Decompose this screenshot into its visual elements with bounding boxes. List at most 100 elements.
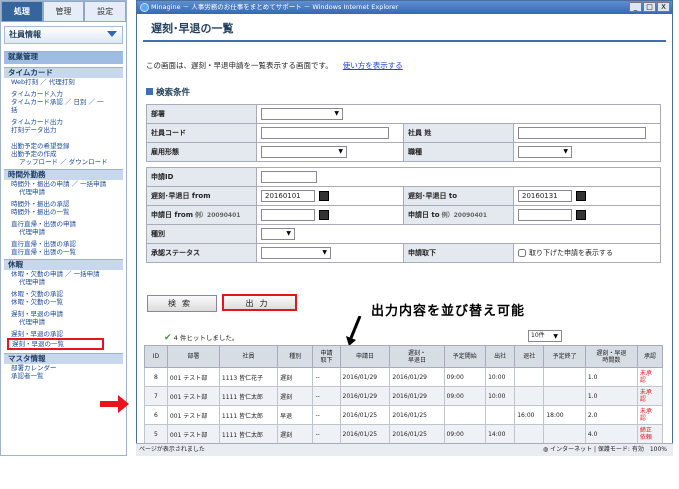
section-leave: 休暇 [4,259,123,270]
link-late-approve[interactable]: 遅刻・早退の承認 [1,330,126,338]
apply-from-hint: 例）20090401 [195,212,241,219]
link-leave-approve[interactable]: 休暇・欠勤の承認 [1,290,126,298]
employee-info-dropdown[interactable]: 社員情報 [4,26,123,44]
link-late-proxy[interactable]: 代理申請 [1,318,126,326]
table-cell: 遅刻 [277,424,314,444]
link-upload-download[interactable]: アップロード ／ ダウンロード [1,158,126,166]
link-web-punch[interactable]: Web打刻 ／ 代理打刻 [1,78,126,86]
apply-from-input[interactable] [261,209,315,221]
table-cell: 2016/01/25 [389,405,445,425]
emp-name-input[interactable] [518,127,646,139]
link-schedule-request[interactable]: 出勤予定の希望登録 [1,142,126,150]
table-cell [514,386,545,406]
link-leave-list[interactable]: 休暇・欠勤の一覧 [1,298,126,306]
per-page-select[interactable]: 10件 [528,330,562,342]
close-button[interactable]: X [657,2,670,12]
table-row[interactable]: 7 001 テスト部 1111 皆仁太郎 遅刻 -- 2016/01/29 2016/01/… [144,386,664,406]
link-overtime-approve[interactable]: 時間外・振出の承認 [1,200,126,208]
section-work-management[interactable]: 就業管理 [4,51,123,64]
column-header[interactable]: 承認 [636,345,664,368]
label-emp-name: 社員 姓 [403,123,514,143]
table-cell [514,424,545,444]
apply-id-input[interactable] [261,171,317,183]
calendar-icon[interactable] [319,210,329,220]
dropdown-label: 社員情報 [9,30,41,39]
table-body: 8 001 テスト部 1113 皆仁花子 遅刻 -- 2016/01/29 2016/01/… [144,367,664,444]
column-header[interactable]: 出社 [485,345,516,368]
link-punch-data-output[interactable]: 打刻データ出力 [1,126,126,134]
zoom-text[interactable]: 100% [650,446,667,453]
table-cell: 1111 皆仁太郎 [218,405,279,425]
column-header[interactable]: 種別 [277,345,314,368]
column-header[interactable]: ID [144,345,168,368]
tab-settings[interactable]: 設定 [84,1,127,22]
link-travel-approve[interactable]: 直行直帰・出張の承認 [1,240,126,248]
link-timecard-approve[interactable]: タイムカード承認 ／ 日別 ／ 一 括 [1,98,126,114]
tab-manage[interactable]: 管理 [42,1,85,22]
column-header[interactable]: 社員 [218,345,279,368]
dept-select[interactable] [261,108,343,120]
minimize-button[interactable]: _ [629,2,642,12]
table-cell: 遅刻 [277,367,314,387]
table-cell: 8 [144,367,168,387]
column-header[interactable]: 申請日 [339,345,391,368]
link-approver-list[interactable]: 承認者一覧 [1,372,126,380]
status-select[interactable] [261,247,331,259]
table-cell: 10:00 [485,386,516,406]
link-overtime-list[interactable]: 時間外・振出の一覧 [1,208,126,216]
late-from-input[interactable]: 20160101 [261,190,315,202]
status-text: ページが表示されました [139,446,205,453]
column-header[interactable]: 退社 [514,345,545,368]
table-row[interactable]: 8 001 テスト部 1113 皆仁花子 遅刻 -- 2016/01/29 2016/01/… [144,367,664,387]
column-header[interactable]: 部署 [166,345,220,368]
column-header[interactable]: 予定終了 [543,345,586,368]
table-row[interactable]: 5 001 テスト部 1111 皆仁太郎 遅刻 -- 2016/01/25 2016/01/… [144,424,664,444]
maximize-button[interactable]: □ [643,2,656,12]
table-cell: 001 テスト部 [166,405,220,425]
link-timecard-input[interactable]: タイムカード入力 [1,90,126,98]
column-header[interactable]: 遅刻・ 早退日 [389,345,445,368]
link-overtime-apply[interactable]: 時間外・振出の申請 ／ 一括申請 [1,180,126,188]
apply-to-hint: 例）20090401 [441,212,487,219]
table-cell: 16:00 [514,405,545,425]
withdraw-checkbox[interactable] [518,249,526,257]
howto-link[interactable]: 使い方を表示する [343,61,403,70]
link-travel-apply[interactable]: 直行直帰・出張の申請 [1,220,126,228]
link-leave-proxy[interactable]: 代理申請 [1,278,126,286]
table-cell [443,405,487,425]
link-schedule-create[interactable]: 出勤予定の作成 [1,150,126,158]
table-cell: 5 [144,424,168,444]
emp-type-select[interactable] [261,146,347,158]
calendar-icon[interactable] [576,191,586,201]
late-to-input[interactable]: 20160131 [518,190,572,202]
label-status: 承認ステータス [146,243,257,263]
kind-select[interactable] [261,228,295,240]
link-late-apply[interactable]: 遅刻・早退の申請 [1,310,126,318]
link-travel-list[interactable]: 直行直帰・出張の一覧 [1,248,126,256]
link-leave-apply[interactable]: 休暇・欠勤の申請 ／ 一括申請 [1,270,126,278]
column-header[interactable]: 申請 取下 [312,345,341,368]
link-dept-calendar[interactable]: 部署カレンダー [1,364,126,372]
column-header[interactable]: 遅刻・早退 時間数 [584,345,638,368]
table-cell: 2.0 [584,405,638,425]
link-late-list[interactable]: 遅刻・早退の一覧 [7,338,104,350]
page-description: この画面は、遅刻・早退申請を一覧表示する画面です。 使い方を表示する [146,60,403,71]
link-overtime-proxy[interactable]: 代理申請 [1,188,126,196]
table-cell: 未承 認 [636,405,664,425]
link-timecard-output[interactable]: タイムカード出力 [1,118,126,126]
emp-code-input[interactable] [261,127,389,139]
table-cell: 1.0 [584,367,638,387]
apply-to-input[interactable] [518,209,572,221]
link-travel-proxy[interactable]: 代理申請 [1,228,126,236]
calendar-icon[interactable] [576,210,586,220]
column-header[interactable]: 予定開始 [443,345,487,368]
job-select[interactable] [518,146,572,158]
table-cell: 未承 認 [636,386,664,406]
table-row[interactable]: 6 001 テスト部 1111 皆仁太郎 早退 -- 2016/01/25 2016/01/… [144,405,664,425]
tab-process[interactable]: 処理 [1,1,43,22]
calendar-icon[interactable] [319,191,329,201]
page-header: 遅刻･早退の一覧 [143,20,666,42]
search-button[interactable]: 検索 [147,295,217,312]
output-button[interactable]: 出力 [222,294,297,311]
table-cell: 2016/01/25 [339,424,391,444]
